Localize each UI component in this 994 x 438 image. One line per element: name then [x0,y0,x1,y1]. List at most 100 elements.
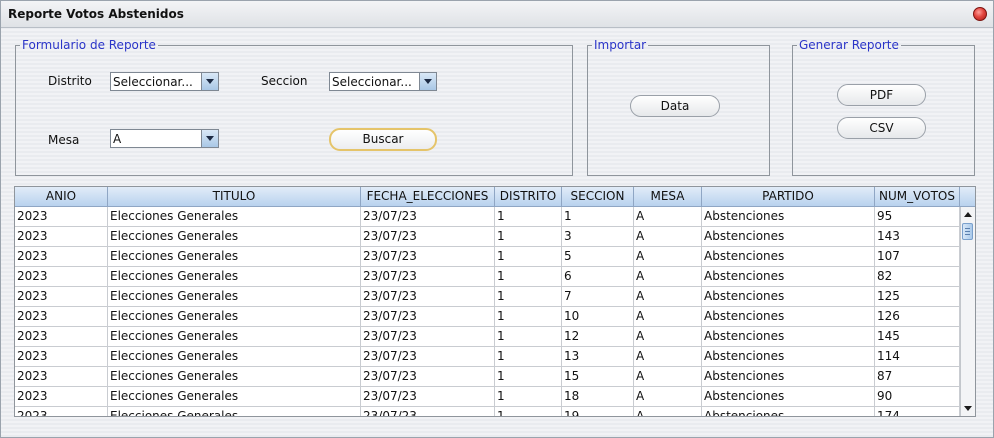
table-cell-partido: Abstenciones [702,387,875,407]
pdf-button[interactable]: PDF [837,84,926,106]
table-cell-partido: Abstenciones [702,307,875,327]
table-cell-seccion: 5 [562,247,634,267]
arrow-down-icon[interactable] [961,401,975,416]
table-cell-fecha: 23/07/23 [361,367,495,387]
distrito-select[interactable]: Seleccionar... [110,72,219,91]
table-cell-votos: 95 [875,207,960,227]
table-cell-distrito: 1 [495,327,562,347]
table-cell-partido: Abstenciones [702,367,875,387]
table-cell-partido: Abstenciones [702,247,875,267]
chevron-down-icon[interactable] [419,73,436,90]
table-cell-mesa: A [634,287,702,307]
table-cell-mesa: A [634,267,702,287]
table-cell-titulo: Elecciones Generales [108,347,361,367]
table-cell-fecha: 23/07/23 [361,347,495,367]
table-cell-votos: 126 [875,307,960,327]
table-row[interactable]: 2023 Elecciones Generales 23/07/23 1 7 A Abste… [15,287,960,307]
column-header-partido[interactable]: PARTIDO [702,187,875,207]
table-cell-titulo: Elecciones Generales [108,367,361,387]
chevron-down-icon[interactable] [201,130,218,147]
table-cell-distrito: 1 [495,267,562,287]
table-row[interactable]: 2023 Elecciones Generales 23/07/23 1 13 A Abst… [15,347,960,367]
table-cell-titulo: Elecciones Generales [108,407,361,416]
table-row[interactable]: 2023 Elecciones Generales 23/07/23 1 10 A Abst… [15,307,960,327]
table-cell-mesa: A [634,247,702,267]
table-cell-anio: 2023 [15,247,108,267]
table-cell-votos: 174 [875,407,960,416]
table-cell-partido: Abstenciones [702,267,875,287]
chevron-down-icon[interactable] [201,73,218,90]
arrow-up-icon[interactable] [961,207,975,222]
column-header-anio[interactable]: ANIO [15,187,108,207]
table-cell-titulo: Elecciones Generales [108,267,361,287]
table-cell-votos: 143 [875,227,960,247]
table-cell-seccion: 13 [562,347,634,367]
column-header-distrito[interactable]: DISTRITO [495,187,562,207]
buscar-button[interactable]: Buscar [329,128,437,151]
table-cell-votos: 125 [875,287,960,307]
report-window: Reporte Votos Abstenidos Formulario de R… [0,0,994,438]
scrollbar-thumb[interactable] [962,223,973,240]
table-cell-distrito: 1 [495,387,562,407]
table-cell-distrito: 1 [495,347,562,367]
column-header-titulo[interactable]: TITULO [108,187,361,207]
table-cell-anio: 2023 [15,207,108,227]
table-row[interactable]: 2023 Elecciones Generales 23/07/23 1 12 A Abst… [15,327,960,347]
csv-button[interactable]: CSV [837,117,926,139]
table-cell-fecha: 23/07/23 [361,307,495,327]
table-cell-partido: Abstenciones [702,347,875,367]
table-cell-distrito: 1 [495,207,562,227]
data-import-button[interactable]: Data [630,95,720,117]
table-cell-votos: 145 [875,327,960,347]
table-cell-titulo: Elecciones Generales [108,307,361,327]
table-cell-seccion: 6 [562,267,634,287]
table-cell-seccion: 1 [562,207,634,227]
table-cell-mesa: A [634,347,702,367]
table-cell-anio: 2023 [15,267,108,287]
mesa-label: Mesa [48,133,80,147]
table-row[interactable]: 2023 Elecciones Generales 23/07/23 1 5 A Abste… [15,247,960,267]
table-cell-anio: 2023 [15,327,108,347]
table-cell-titulo: Elecciones Generales [108,247,361,267]
import-legend: Importar [594,38,647,52]
form-panel: Formulario de Reporte [15,38,573,176]
table-cell-seccion: 10 [562,307,634,327]
table-row[interactable]: 2023 Elecciones Generales 23/07/23 1 1 A Abste… [15,207,960,227]
table-header: ANIO TITULO FECHA_ELECCIONES DISTRITO SECCIO… [15,187,960,207]
close-icon[interactable] [973,7,987,21]
results-table: ANIO TITULO FECHA_ELECCIONES DISTRITO SECCIO… [14,186,976,417]
table-row[interactable]: 2023 Elecciones Generales 23/07/23 1 18 A Abst… [15,387,960,407]
table-cell-distrito: 1 [495,307,562,327]
table-cell-anio: 2023 [15,367,108,387]
table-cell-titulo: Elecciones Generales [108,387,361,407]
window-title: Reporte Votos Abstenidos [8,7,184,21]
table-cell-votos: 90 [875,387,960,407]
table-cell-seccion: 7 [562,287,634,307]
column-header-fecha[interactable]: FECHA_ELECCIONES [361,187,495,207]
column-header-seccion[interactable]: SECCION [562,187,634,207]
table-cell-seccion: 15 [562,367,634,387]
column-header-mesa[interactable]: MESA [634,187,702,207]
table-cell-mesa: A [634,387,702,407]
table-row[interactable]: 2023 Elecciones Generales 23/07/23 1 19 A Abst… [15,407,960,416]
table-cell-titulo: Elecciones Generales [108,227,361,247]
table-cell-titulo: Elecciones Generales [108,327,361,347]
table-cell-titulo: Elecciones Generales [108,207,361,227]
seccion-select[interactable]: Seleccionar... [329,72,437,91]
table-cell-fecha: 23/07/23 [361,267,495,287]
table-row[interactable]: 2023 Elecciones Generales 23/07/23 1 6 A Abste… [15,267,960,287]
mesa-select[interactable]: A [110,129,219,148]
table-cell-seccion: 18 [562,387,634,407]
table-row[interactable]: 2023 Elecciones Generales 23/07/23 1 15 A Abst… [15,367,960,387]
table-cell-anio: 2023 [15,387,108,407]
table-cell-anio: 2023 [15,287,108,307]
table-row[interactable]: 2023 Elecciones Generales 23/07/23 1 3 A Abste… [15,227,960,247]
vertical-scrollbar[interactable] [960,207,975,416]
table-cell-anio: 2023 [15,347,108,367]
table-cell-fecha: 23/07/23 [361,327,495,347]
table-cell-seccion: 19 [562,407,634,416]
column-header-votos[interactable]: NUM_VOTOS [875,187,960,207]
table-cell-partido: Abstenciones [702,407,875,416]
table-cell-mesa: A [634,407,702,416]
table-cell-distrito: 1 [495,407,562,416]
